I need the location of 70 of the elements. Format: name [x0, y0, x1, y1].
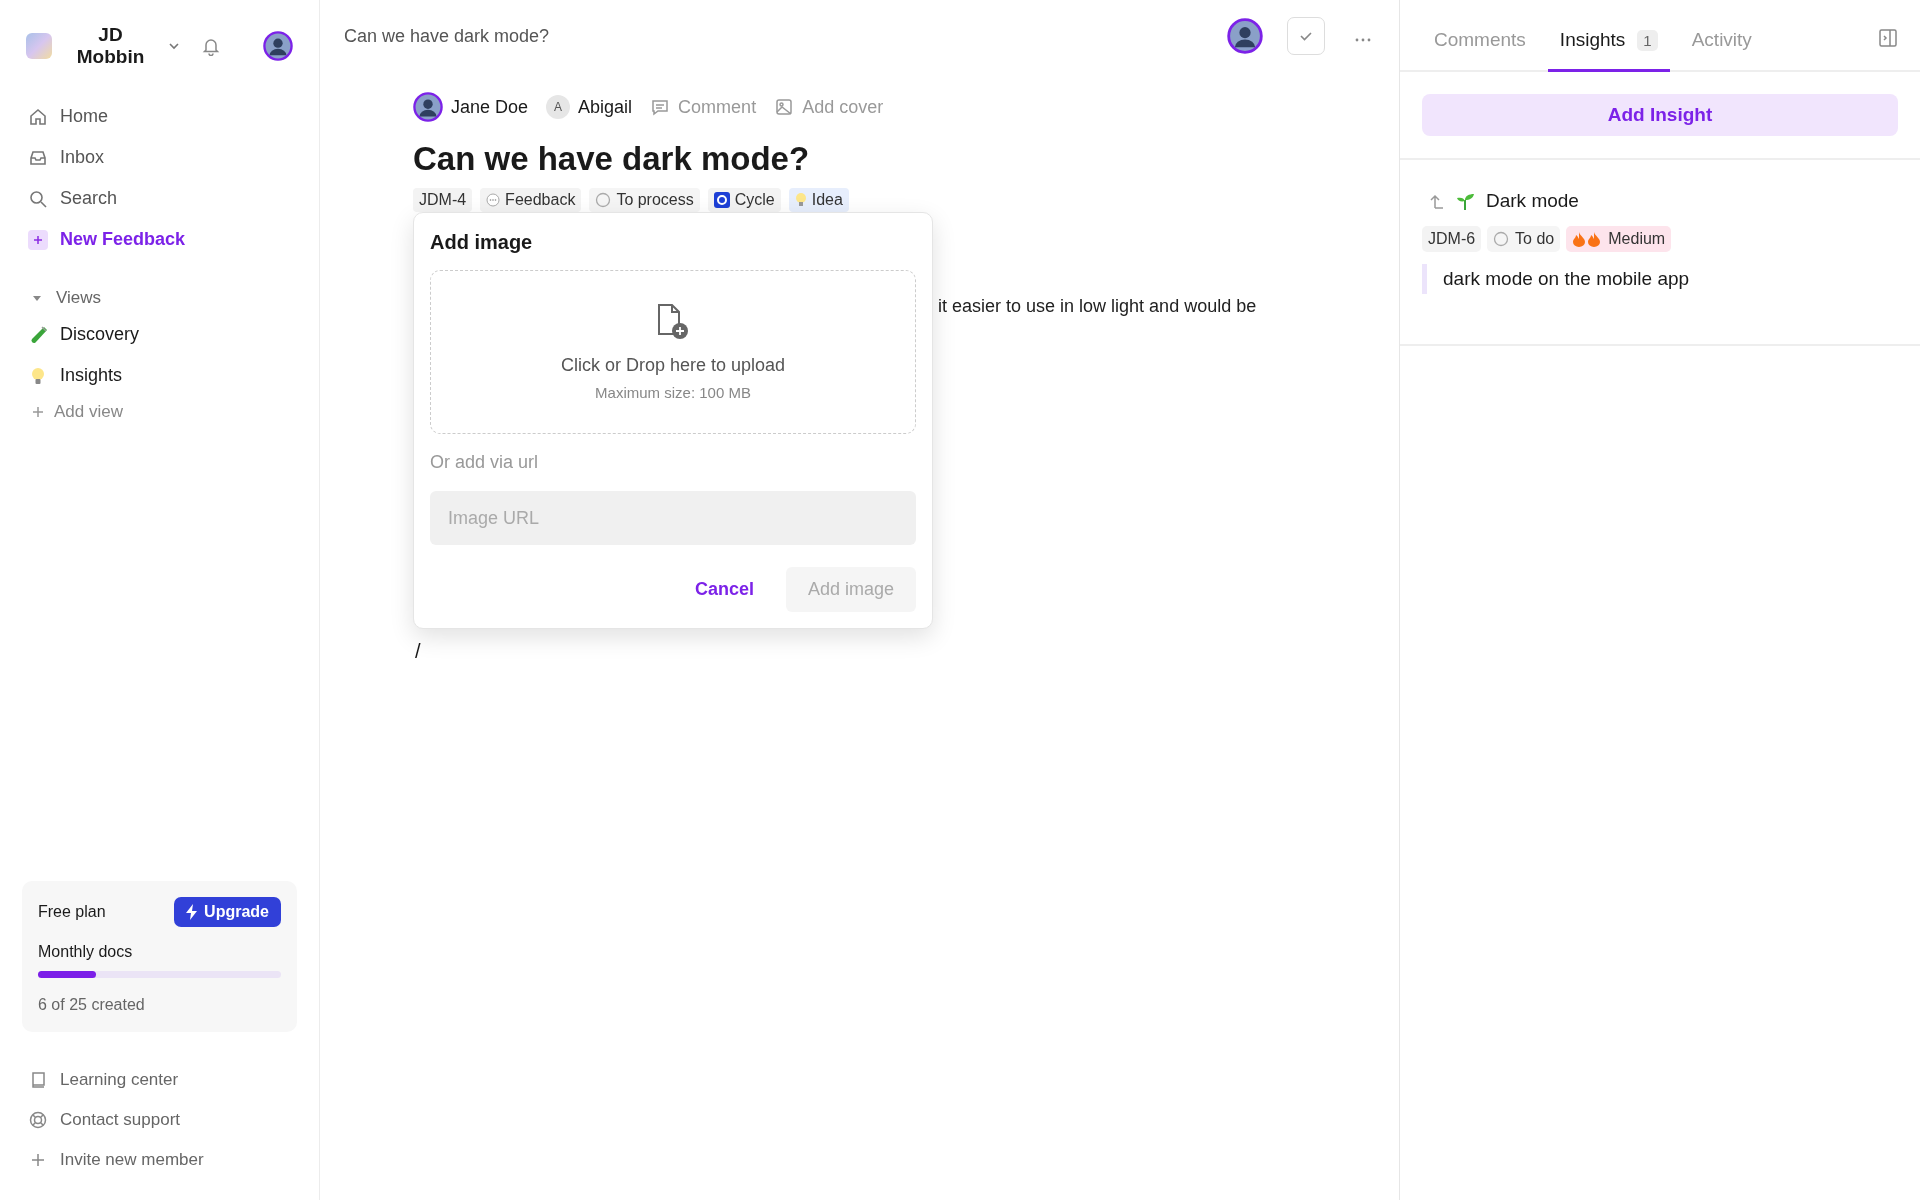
fire-icon	[1572, 231, 1603, 247]
speech-bubble-icon	[650, 97, 671, 117]
add-view-link[interactable]: Add view	[22, 398, 297, 426]
tag[interactable]: To process	[589, 188, 700, 212]
body-text: it easier to use in low light and would be	[938, 296, 1257, 317]
tag[interactable]: To do	[1487, 226, 1561, 252]
test-tube-icon	[28, 324, 48, 345]
cycle-icon	[713, 192, 730, 208]
return-arrow-icon	[1430, 192, 1446, 210]
count-badge: 1	[1637, 29, 1658, 51]
workspace-switcher[interactable]: JD Mobbin	[62, 24, 182, 68]
usage-text: 6 of 25 created	[38, 996, 146, 1014]
search-icon	[28, 188, 48, 209]
ellipsis-icon	[1355, 37, 1371, 42]
cancel-button[interactable]: Cancel	[688, 578, 760, 601]
avatar[interactable]	[263, 31, 293, 61]
footer-link[interactable]: Learning center	[22, 1062, 297, 1098]
caret-icon[interactable]	[32, 293, 42, 303]
upload-hint: Maximum size: 100 MB	[595, 384, 751, 401]
insight-title: Dark mode	[1486, 190, 1579, 212]
tag[interactable]: JDM-4	[413, 188, 473, 212]
lifebuoy-icon	[28, 1110, 48, 1130]
circle-icon	[1493, 231, 1510, 247]
home-icon	[28, 106, 48, 127]
insight-quote: dark mode on the mobile app	[1422, 264, 1898, 294]
url-label: Or add via url	[430, 452, 540, 473]
tag[interactable]: JDM-6	[1422, 226, 1482, 252]
meter-label: Monthly docs	[38, 943, 134, 961]
check-button[interactable]	[1287, 17, 1325, 55]
editor-text: /	[415, 640, 421, 663]
view-item[interactable]: Discovery	[22, 316, 297, 353]
upload-text: Click or Drop here to upload	[560, 355, 786, 376]
upload-dropzone[interactable]: Click or Drop here to upload Maximum size: 100 MB	[430, 270, 916, 434]
plus-icon	[30, 404, 46, 420]
add-insight-button[interactable]: Add Insight	[1422, 94, 1898, 136]
plus-icon	[28, 229, 48, 250]
author-name: Jane Doe	[451, 96, 529, 118]
nav-item[interactable]: Inbox	[22, 139, 297, 176]
circle-icon	[595, 192, 612, 208]
file-add-icon	[656, 303, 690, 341]
tag[interactable]: Medium	[1566, 226, 1672, 252]
plan-name: Free plan	[38, 903, 106, 921]
avatar[interactable]	[413, 92, 443, 122]
tag[interactable]: Idea	[788, 188, 849, 212]
footer-link[interactable]: Invite new member	[22, 1142, 297, 1178]
lightning-icon	[186, 904, 199, 920]
initial-avatar: A	[546, 95, 571, 119]
upgrade-button[interactable]: Upgrade	[174, 897, 281, 927]
sidebar-toggle-icon[interactable]	[1878, 28, 1898, 48]
workspace-logo	[26, 33, 52, 59]
avatar[interactable]	[1227, 18, 1263, 54]
page-title: Can we have dark mode?	[344, 25, 551, 47]
nav-item[interactable]: Home	[22, 98, 297, 135]
speech-bubble-icon	[486, 193, 501, 207]
tag[interactable]: Cycle	[707, 188, 781, 212]
sprout-icon	[1456, 191, 1476, 211]
image-icon	[774, 97, 795, 117]
view-item[interactable]: Insights	[22, 357, 297, 394]
nav-item[interactable]: Search	[22, 180, 297, 217]
dialog-title: Add image	[430, 231, 534, 254]
lightbulb-icon	[794, 192, 807, 208]
bell-icon[interactable]	[201, 36, 221, 56]
footer-link[interactable]: Contact support	[22, 1102, 297, 1138]
url-input[interactable]: Image URL	[430, 491, 916, 545]
tab[interactable]: Insights 1	[1547, 29, 1670, 72]
nav-item[interactable]: New Feedback	[22, 221, 297, 258]
assignee-name: Abigail	[578, 96, 633, 118]
document-title: Can we have dark mode?	[413, 140, 811, 178]
tag[interactable]: Feedback	[480, 188, 582, 212]
section-title: Views	[56, 288, 102, 308]
